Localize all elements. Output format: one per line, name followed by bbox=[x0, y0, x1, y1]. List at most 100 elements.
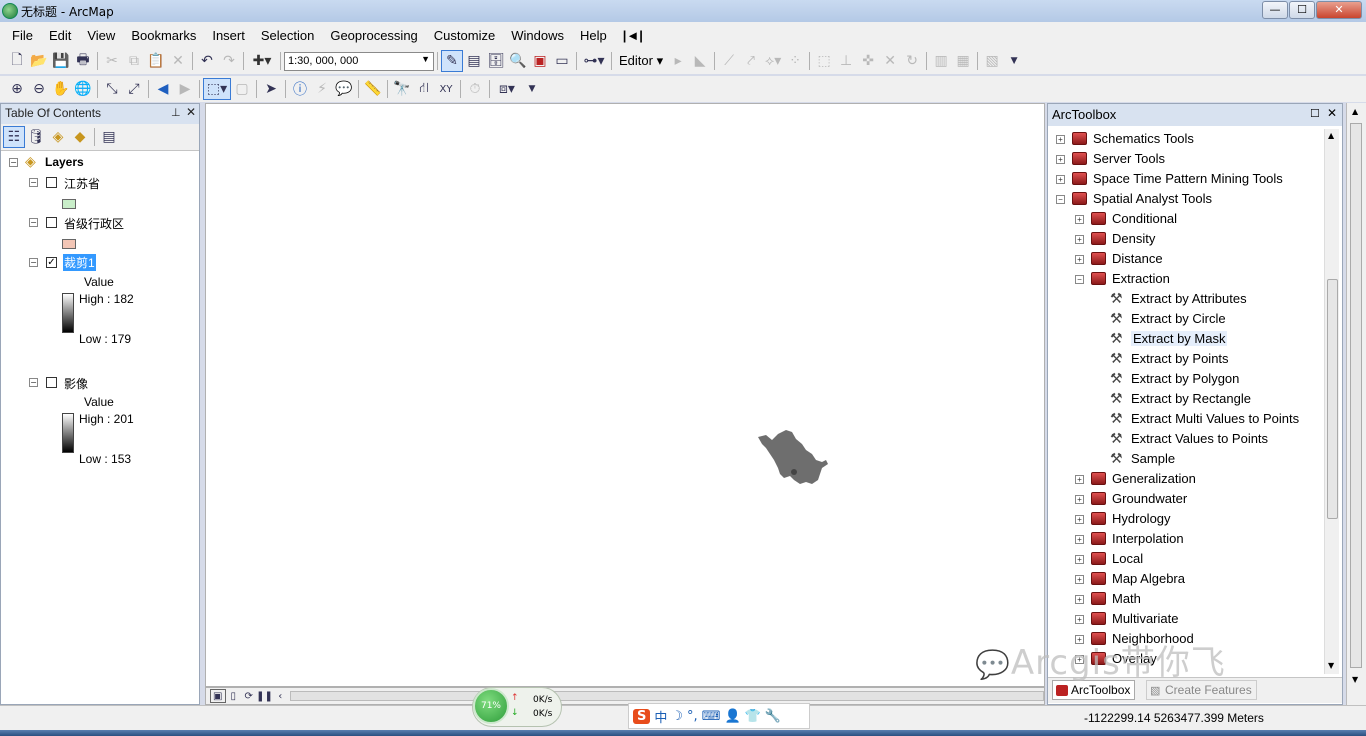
layer-name-selected[interactable]: 裁剪1 bbox=[63, 254, 96, 271]
edit-tool-icon[interactable]: ▸ bbox=[667, 50, 689, 72]
layer-collapse-icon[interactable]: − bbox=[29, 378, 38, 387]
layers-root-label[interactable]: Layers bbox=[45, 155, 84, 169]
new-document-icon[interactable]: 🗋 bbox=[6, 50, 28, 72]
tool-item[interactable]: ⚒ Sample bbox=[1048, 449, 1324, 469]
layer-visibility-checkbox[interactable] bbox=[46, 377, 57, 388]
redo-icon[interactable]: ↷ bbox=[218, 50, 240, 72]
modelbuilder-icon[interactable]: ⊶▾ bbox=[580, 50, 608, 72]
layer-collapse-icon[interactable]: − bbox=[29, 258, 38, 267]
layout-view-icon[interactable]: ▯ bbox=[226, 689, 241, 703]
layer-symbol-swatch[interactable] bbox=[62, 239, 76, 249]
menu-windows[interactable]: Windows bbox=[503, 28, 572, 43]
toolbox-item[interactable]: + Server Tools bbox=[1048, 149, 1324, 169]
expand-icon[interactable]: + bbox=[1056, 175, 1065, 184]
layer-name[interactable]: 影像 bbox=[64, 375, 88, 392]
save-icon[interactable]: 💾 bbox=[50, 50, 72, 72]
time-slider-icon[interactable]: ⏱ bbox=[464, 78, 486, 100]
keyboard-icon[interactable]: ⌨ bbox=[702, 709, 721, 724]
copy-icon[interactable]: ⧉ bbox=[123, 50, 145, 72]
expand-icon[interactable]: + bbox=[1075, 495, 1084, 504]
list-by-drawing-order-icon[interactable]: ☷ bbox=[3, 126, 25, 148]
layer-name[interactable]: 江苏省 bbox=[64, 175, 100, 192]
stretch-color-ramp[interactable] bbox=[62, 413, 74, 453]
toolset-item[interactable]: + Interpolation bbox=[1048, 529, 1324, 549]
map-display[interactable] bbox=[205, 103, 1045, 687]
maximize-panel-icon[interactable]: ☐ bbox=[1310, 107, 1320, 120]
close-button[interactable]: ✕ bbox=[1316, 1, 1362, 19]
stretch-color-ramp[interactable] bbox=[62, 293, 74, 333]
scroll-up-icon[interactable]: ▲ bbox=[1352, 107, 1358, 116]
toolset-item[interactable]: − Extraction bbox=[1048, 269, 1324, 289]
toolbox-vertical-scrollbar[interactable]: ▲ ▼ bbox=[1324, 129, 1339, 674]
options-icon[interactable]: ▤ bbox=[98, 126, 120, 148]
expand-icon[interactable]: + bbox=[1075, 515, 1084, 524]
menu-selection[interactable]: Selection bbox=[253, 28, 322, 43]
trace-icon[interactable]: ⟡▾ bbox=[762, 50, 784, 72]
clear-selection-icon[interactable]: ▢ bbox=[231, 78, 253, 100]
list-by-source-icon[interactable]: 🛢 bbox=[25, 126, 47, 148]
toolset-item[interactable]: + Density bbox=[1048, 229, 1324, 249]
menu-geoprocessing[interactable]: Geoprocessing bbox=[322, 28, 425, 43]
tool-item[interactable]: ⚒ Extract Multi Values to Points bbox=[1048, 409, 1324, 429]
toolbar-options-icon[interactable]: ▼ bbox=[521, 78, 543, 100]
expand-icon[interactable]: + bbox=[1075, 595, 1084, 604]
menu-file[interactable]: File bbox=[4, 28, 41, 43]
pan-icon[interactable]: ✋ bbox=[50, 78, 72, 100]
network-speed-widget[interactable]: 71% ↑ ↓ 0K/s 0K/s bbox=[472, 687, 562, 727]
scroll-up-icon[interactable]: ▲ bbox=[1328, 131, 1334, 140]
fixed-zoom-out-icon[interactable]: ⤢ bbox=[123, 78, 145, 100]
open-icon[interactable]: 📂 bbox=[28, 50, 50, 72]
clipped-raster-feature[interactable] bbox=[758, 430, 828, 484]
collapse-icon[interactable]: − bbox=[1075, 275, 1084, 284]
toolset-item[interactable]: + Conditional bbox=[1048, 209, 1324, 229]
arctoolbox-icon[interactable]: ▣ bbox=[529, 50, 551, 72]
collapse-icon[interactable]: − bbox=[1056, 195, 1065, 204]
toolset-item[interactable]: + Local bbox=[1048, 549, 1324, 569]
select-elements-icon[interactable]: ➤ bbox=[260, 78, 282, 100]
expand-icon[interactable]: + bbox=[1075, 475, 1084, 484]
menu-edit[interactable]: Edit bbox=[41, 28, 79, 43]
toolset-item[interactable]: + Math bbox=[1048, 589, 1324, 609]
layer-collapse-icon[interactable]: − bbox=[29, 178, 38, 187]
full-extent-icon[interactable]: 🌐 bbox=[72, 78, 94, 100]
punctuation-icon[interactable]: °, bbox=[687, 709, 698, 724]
layer-visibility-checkbox[interactable] bbox=[46, 177, 57, 188]
point-icon[interactable]: ⁘ bbox=[784, 50, 806, 72]
scroll-down-icon[interactable]: ▼ bbox=[1328, 661, 1334, 670]
attributes-icon[interactable]: ▥ bbox=[930, 50, 952, 72]
layer-symbol-swatch[interactable] bbox=[62, 199, 76, 209]
list-by-selection-icon[interactable]: ◆ bbox=[69, 126, 91, 148]
sketch-properties-icon[interactable]: ▦ bbox=[952, 50, 974, 72]
search-window-icon[interactable]: 🔍 bbox=[507, 50, 529, 72]
map-canvas[interactable] bbox=[206, 104, 1044, 686]
table-of-contents-icon[interactable]: ▤ bbox=[463, 50, 485, 72]
refresh-icon[interactable]: ⟳ bbox=[241, 689, 256, 703]
user-icon[interactable]: 👤 bbox=[724, 709, 740, 724]
expand-icon[interactable]: + bbox=[1075, 535, 1084, 544]
toolset-item[interactable]: + Map Algebra bbox=[1048, 569, 1324, 589]
close-icon[interactable]: ✕ bbox=[186, 105, 196, 119]
toolbox-item[interactable]: − Spatial Analyst Tools bbox=[1048, 189, 1324, 209]
toolbox-item[interactable]: + Schematics Tools bbox=[1048, 129, 1324, 149]
editor-menu-button[interactable]: Editor ▾ bbox=[615, 53, 667, 69]
layer-visibility-checkbox[interactable]: ✓ bbox=[46, 257, 57, 268]
minimize-button[interactable]: — bbox=[1262, 1, 1288, 19]
create-features-icon[interactable]: ▧ bbox=[981, 50, 1003, 72]
edit-vertices-icon[interactable]: ⬚ bbox=[813, 50, 835, 72]
right-dock-scrollbar[interactable]: ▲ ▼ bbox=[1346, 103, 1366, 705]
menu-bookmarks[interactable]: Bookmarks bbox=[123, 28, 204, 43]
edit-annotation-icon[interactable]: ◣ bbox=[689, 50, 711, 72]
cut-polygons-icon[interactable]: ✜ bbox=[857, 50, 879, 72]
measure-icon[interactable]: 📏 bbox=[362, 78, 384, 100]
toolset-item[interactable]: + Groundwater bbox=[1048, 489, 1324, 509]
expand-icon[interactable]: + bbox=[1075, 575, 1084, 584]
undo-icon[interactable]: ↶ bbox=[196, 50, 218, 72]
toolset-item[interactable]: + Multivariate bbox=[1048, 609, 1324, 629]
go-to-xy-icon[interactable]: XY bbox=[435, 78, 457, 100]
menu-view[interactable]: View bbox=[79, 28, 123, 43]
maximize-button[interactable]: ☐ bbox=[1289, 1, 1315, 19]
tool-item[interactable]: ⚒ Extract by Polygon bbox=[1048, 369, 1324, 389]
skin-icon[interactable]: 👕 bbox=[745, 709, 761, 724]
ime-mode-label[interactable]: 中 bbox=[654, 707, 667, 726]
tool-item[interactable]: ⚒ Extract by Mask bbox=[1048, 329, 1324, 349]
